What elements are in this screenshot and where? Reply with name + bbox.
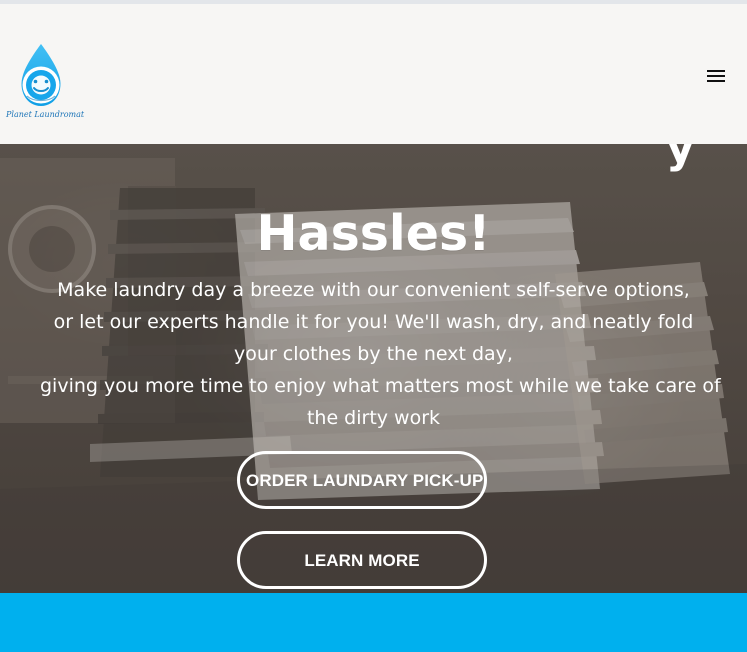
hero-description-line: or let our experts handle it for you! We… [53, 311, 694, 333]
learn-more-button[interactable]: LEARN MORE [237, 531, 487, 589]
planet-laundromat-logo[interactable]: Planet Laundromat [6, 44, 85, 124]
blue-section-band [0, 593, 747, 652]
hero-section: y Hassles! Make laundry day a breeze wit… [0, 144, 747, 593]
menu-line [707, 80, 725, 82]
hero-title: Hassles! [256, 204, 491, 262]
site-header: Planet Laundromat [0, 4, 747, 144]
hero-description: Make laundry day a breeze with our conve… [40, 274, 721, 434]
menu-line [707, 75, 725, 77]
order-pickup-button[interactable]: ORDER LAUNDARY PICK-UP [237, 451, 487, 509]
hero-description-line: giving you more time to enjoy what matte… [40, 375, 721, 397]
menu-line [707, 70, 725, 72]
hamburger-menu-icon[interactable] [705, 68, 727, 84]
hero-description-line: your clothes by the next day, [234, 343, 513, 365]
hero-description-line: the dirty work [306, 407, 441, 429]
hero-cutoff-heading-fragment: y [666, 144, 695, 173]
logo-wordmark: Planet Laundromat [6, 110, 85, 119]
hero-description-line: Make laundry day a breeze with our conve… [57, 279, 690, 301]
